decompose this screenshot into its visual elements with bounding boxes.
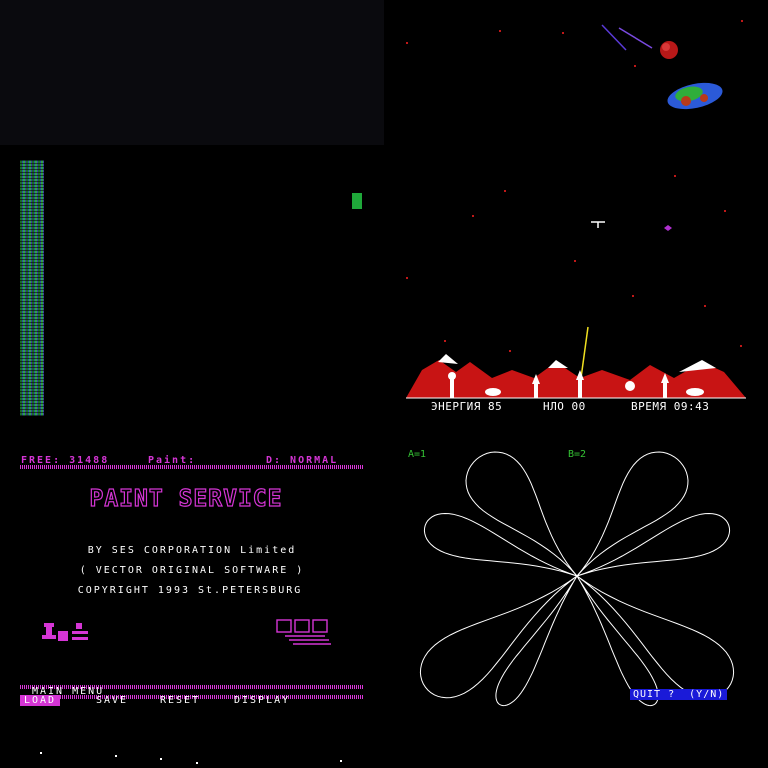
- green-block: [352, 193, 362, 209]
- quit-prompt[interactable]: QUIT ? (Y/N): [630, 689, 728, 700]
- ses-logo-icon: [276, 619, 331, 645]
- left-logo-icon: [42, 623, 88, 641]
- menu-item-load[interactable]: LOAD: [20, 695, 61, 706]
- credit-line-3: COPYRIGHT 1993 St.PETERSBURG: [77, 585, 303, 596]
- divider-top: [20, 465, 363, 469]
- planet: [667, 82, 723, 110]
- panel-rose-curve: [384, 432, 768, 768]
- noise-strip: [20, 160, 44, 416]
- param-a: A=1: [408, 449, 427, 460]
- ufo-count: НЛО 00: [543, 400, 586, 413]
- energy-readout: ЭНЕРГИЯ 85: [431, 400, 503, 413]
- panel-paint-service: [0, 432, 384, 768]
- rose-curve-plot: [419, 451, 735, 707]
- credit-line-2: ( VECTOR ORIGINAL SOFTWARE ): [79, 565, 305, 576]
- param-b: B=2: [568, 449, 587, 460]
- star-field: [406, 20, 743, 352]
- panel-top-left: [0, 0, 384, 432]
- game-scene: [406, 20, 746, 399]
- menu-item-reset[interactable]: RESET: [160, 695, 200, 706]
- asteroid: [660, 41, 678, 59]
- app-title: PAINT SERVICE: [89, 485, 283, 512]
- menu-item-display[interactable]: DISPLAY: [234, 695, 290, 706]
- menu-item-save[interactable]: SAVE: [96, 695, 128, 706]
- panel-space-game: ЭНЕРГИЯ 85 НЛО 00 ВРЕМЯ 09:43: [384, 0, 768, 432]
- bottom-stars: [40, 752, 342, 764]
- enemy-ufo: [664, 225, 672, 231]
- comet-streak: [601, 24, 627, 51]
- comet-streak-2: [618, 27, 653, 49]
- credit-line-1: BY SES CORPORATION Limited: [87, 545, 297, 556]
- dark-area: [0, 0, 384, 145]
- time-readout: ВРЕМЯ 09:43: [631, 400, 710, 413]
- rose-curve: [419, 451, 735, 707]
- laser-beam: [580, 326, 589, 379]
- player-ship: [591, 221, 605, 228]
